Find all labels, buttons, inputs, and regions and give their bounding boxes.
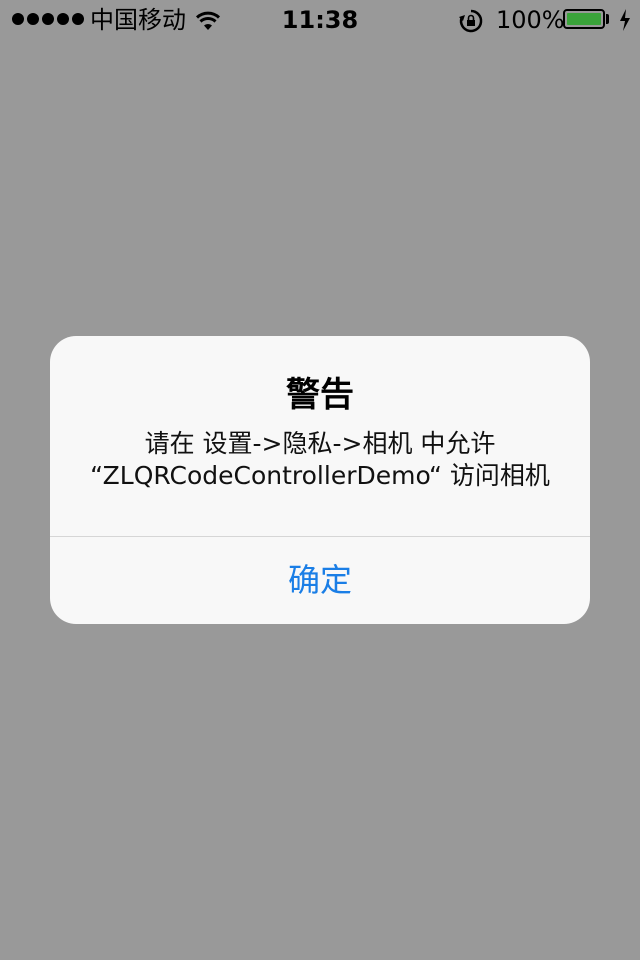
alert-title: 警告 [286, 375, 354, 415]
battery-percent: 100% [496, 6, 565, 34]
rotation-lock-icon [458, 8, 484, 40]
status-bar: 中国移动 11:38 100% [0, 0, 640, 40]
alert-message: 请在 设置->隐私->相机 中允许 “ZLQRCodeControllerDem… [70, 428, 570, 492]
battery-fill [567, 13, 601, 25]
battery-icon [563, 9, 605, 29]
alert-dialog: 警告 请在 设置->隐私->相机 中允许 “ZLQRCodeController… [50, 336, 590, 624]
charging-icon [618, 8, 632, 38]
confirm-button[interactable]: 确定 [50, 537, 590, 624]
alert-message-line-1: 请在 设置->隐私->相机 中允许 [144, 429, 496, 458]
battery-tip [606, 14, 609, 24]
alert-message-line-2: “ZLQRCodeControllerDemo“ 访问相机 [90, 461, 550, 490]
